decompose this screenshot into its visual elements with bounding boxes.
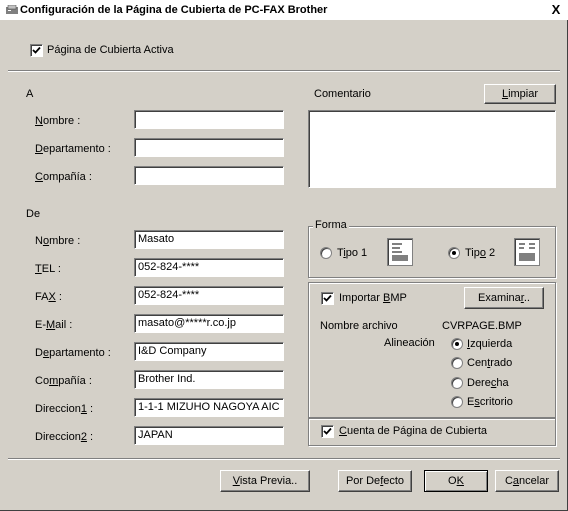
cover-page-dialog: Configuración de la Página de Cubierta d… — [0, 0, 568, 511]
count-pages-checkbox[interactable] — [321, 425, 334, 438]
ok-button[interactable]: OK — [424, 470, 488, 492]
from-address1-label: Direccion1 : — [35, 403, 94, 415]
bottom-separator — [8, 458, 560, 460]
from-tel-input[interactable]: 052-824-**** — [134, 258, 284, 277]
align-center-label: Centrado — [467, 357, 513, 369]
count-pages-label: Cuenta de Página de Cubierta — [339, 425, 488, 437]
align-right-label: Derecha — [467, 377, 509, 389]
from-name-input[interactable]: Masato — [134, 230, 284, 249]
type2-radio[interactable] — [448, 247, 460, 259]
from-address2-input[interactable]: JAPAN — [134, 426, 284, 445]
cover-active-checkbox[interactable] — [30, 44, 43, 57]
from-address1-input[interactable]: 1-1-1 MIZUHO NAGOYA AIC — [134, 398, 284, 417]
to-heading: A — [26, 88, 34, 100]
to-department-label: Departamento : — [35, 143, 111, 155]
clear-button[interactable]: Limpiar — [484, 84, 556, 104]
to-name-label: Nombre : — [35, 115, 81, 127]
align-desktop-radio[interactable] — [451, 396, 463, 408]
top-separator — [8, 70, 560, 72]
comment-label: Comentario — [314, 88, 371, 100]
from-department-label: Departamento : — [35, 347, 111, 359]
title-bar[interactable]: Configuración de la Página de Cubierta d… — [0, 0, 568, 20]
from-company-input[interactable]: Brother Ind. — [134, 370, 284, 389]
from-heading: De — [26, 208, 41, 220]
from-address2-label: Direccion2 : — [35, 431, 94, 443]
form-group-title: Forma — [313, 219, 349, 231]
close-icon[interactable]: X — [548, 2, 564, 17]
filename-value: CVRPAGE.BMP — [442, 320, 522, 332]
alignment-label: Alineación — [384, 337, 435, 349]
from-fax-input[interactable]: 052-824-**** — [134, 286, 284, 305]
type1-layout-icon — [387, 238, 413, 266]
filename-label: Nombre archivo — [320, 320, 398, 332]
browse-button[interactable]: Examinar.. — [464, 287, 544, 309]
from-company-label: Compañía : — [35, 375, 92, 387]
preview-button[interactable]: Vista Previa.. — [220, 470, 310, 492]
cancel-button[interactable]: Cancelar — [495, 470, 559, 492]
fax-app-icon — [6, 5, 18, 15]
type2-label: Tipo 2 — [465, 247, 496, 259]
to-name-input[interactable] — [134, 110, 284, 129]
import-bmp-label: Importar BMP — [339, 292, 407, 304]
to-company-input[interactable] — [134, 166, 284, 185]
type2-layout-icon — [514, 238, 540, 266]
import-bmp-checkbox[interactable] — [321, 292, 334, 305]
window-title: Configuración de la Página de Cubierta d… — [20, 4, 328, 16]
type1-label: Tipo 1 — [337, 247, 368, 259]
type1-radio[interactable] — [320, 247, 332, 259]
from-email-label: E-Mail : — [35, 319, 73, 331]
cover-active-label: Página de Cubierta Activa — [47, 44, 174, 56]
to-company-label: Compañía : — [35, 171, 92, 183]
default-button[interactable]: Por Defecto — [338, 470, 412, 492]
align-left-radio[interactable] — [451, 338, 463, 350]
comment-textarea[interactable] — [308, 110, 556, 188]
from-department-input[interactable]: I&D Company — [134, 342, 284, 361]
to-department-input[interactable] — [134, 138, 284, 157]
align-right-radio[interactable] — [451, 377, 463, 389]
from-name-label: Nombre : — [35, 235, 81, 247]
from-fax-label: FAX : — [35, 291, 62, 303]
align-left-label: Izquierda — [467, 338, 513, 350]
align-center-radio[interactable] — [451, 357, 463, 369]
from-email-input[interactable]: masato@*****r.co.jp — [134, 314, 284, 333]
from-tel-label: TEL : — [35, 263, 61, 275]
align-desktop-label: Escritorio — [467, 396, 513, 408]
